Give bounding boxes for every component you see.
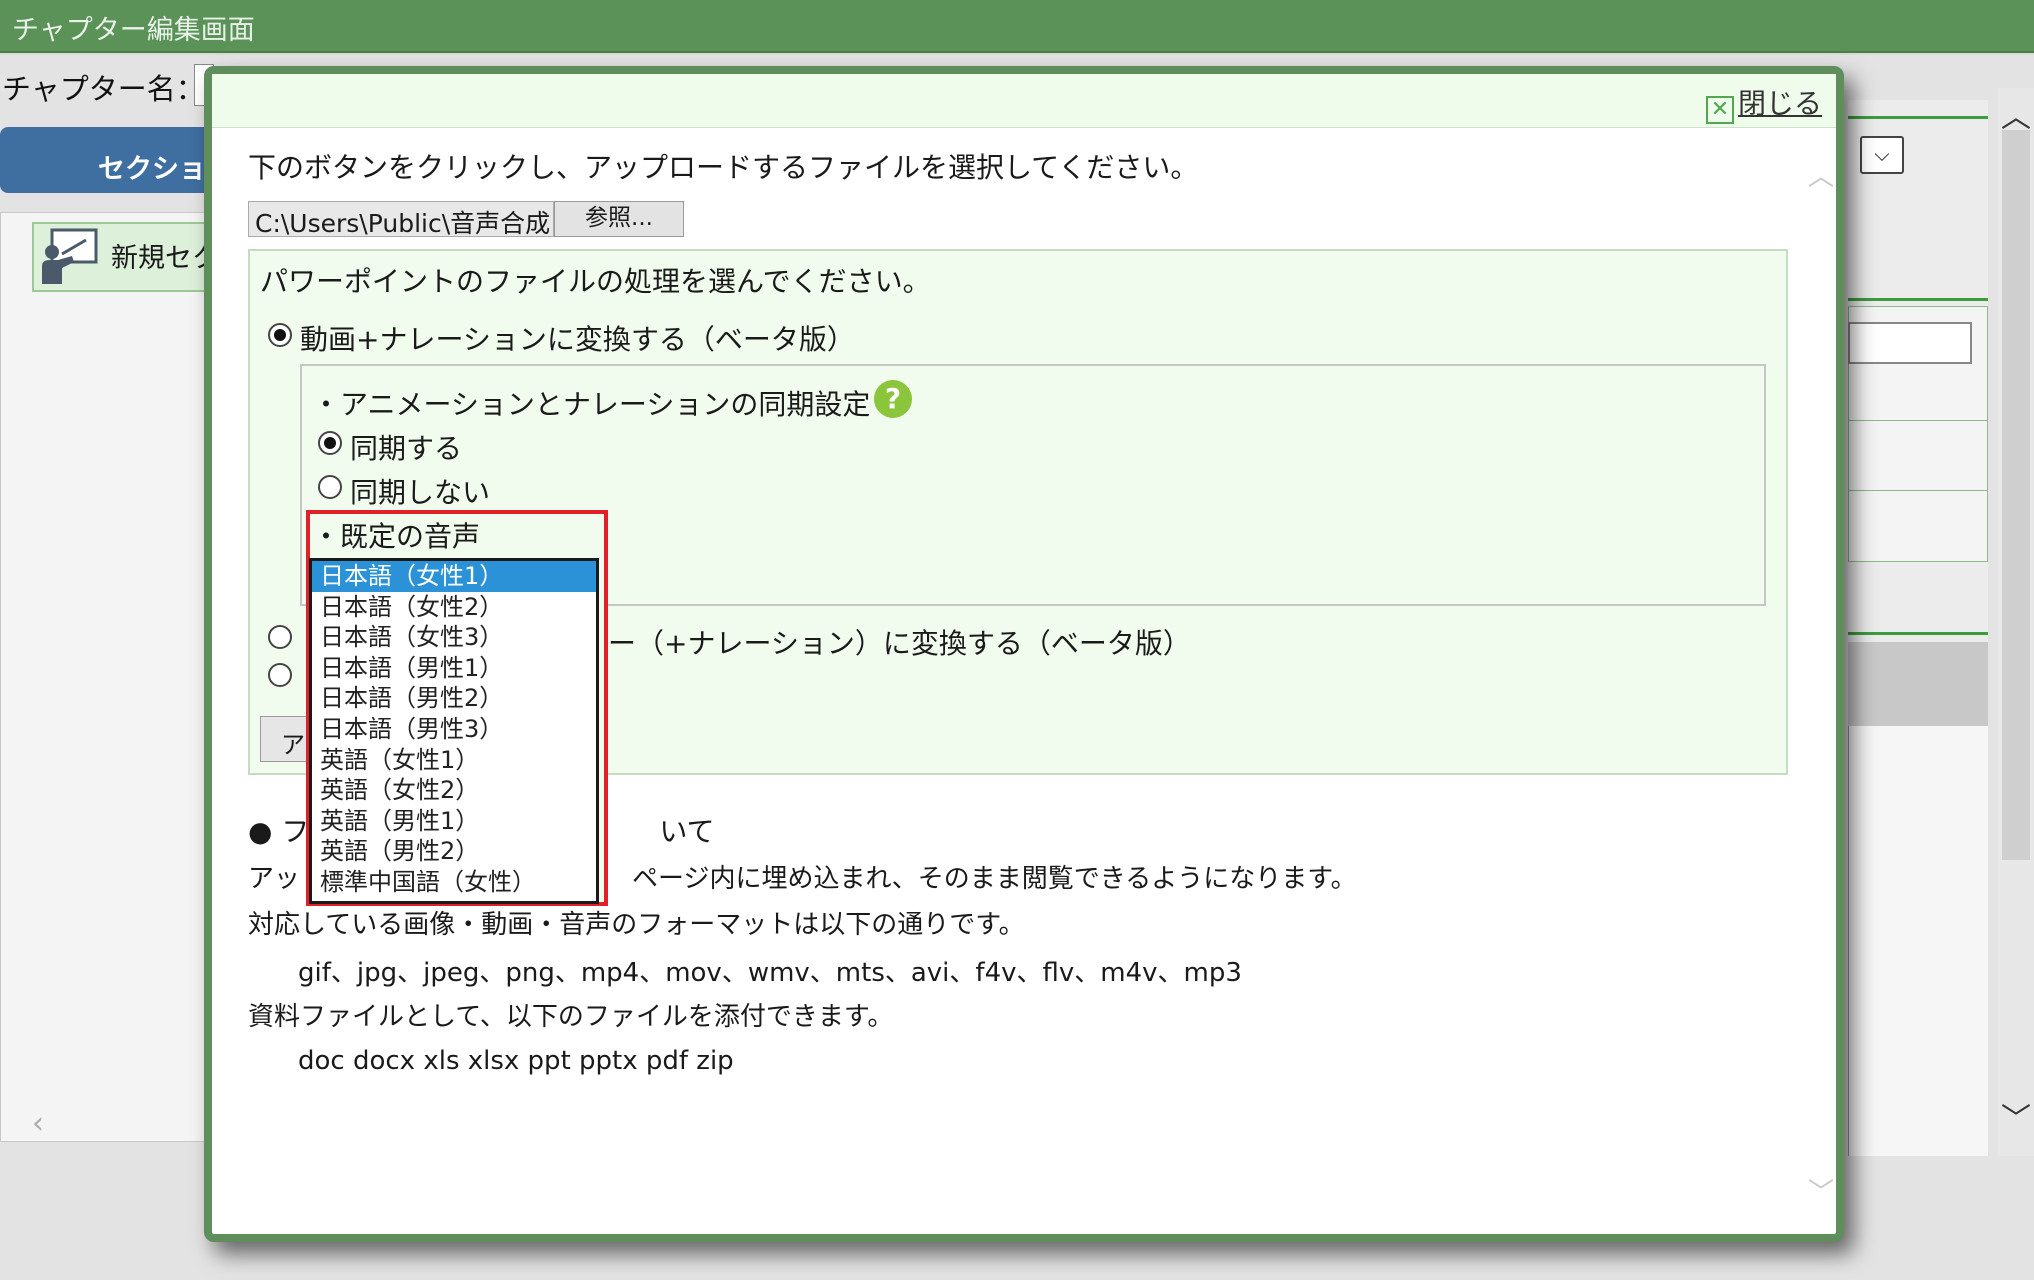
page-title: チャプター編集画面 (12, 15, 255, 46)
right-header-bar (1848, 642, 1988, 726)
supported-formats-description: 対応している画像・動画・音声のフォーマットは以下の通りです。 (248, 910, 1025, 940)
radio-option-2[interactable] (268, 625, 292, 649)
voice-option[interactable]: 日本語（女性3） (312, 622, 596, 653)
scroll-left-icon[interactable]: ‹ (32, 1106, 44, 1141)
desc-1-head: アッ (248, 864, 301, 894)
supported-formats-list: gif、jpg、jpeg、png、mp4、mov、wmv、mts、avi、f4v… (298, 958, 1242, 988)
option-2-label: ー（+ナレーション）に変換する（ベータ版） (608, 627, 1191, 660)
voice-select-list[interactable]: 日本語（女性1） 日本語（女性2） 日本語（女性3） 日本語（男性1） 日本語（… (309, 558, 599, 904)
browse-button[interactable]: 参照... (554, 201, 684, 237)
desc-1-tail: ページ内に埋め込まれ、そのまま閲覧できるようになります。 (632, 864, 1357, 894)
chevron-up-icon[interactable]: ︿ (1808, 156, 1834, 193)
attachment-formats-list: doc docx xls xlsx ppt pptx pdf zip (298, 1046, 734, 1076)
divider (1848, 298, 1988, 301)
about-heading-head: ● フ (248, 815, 310, 848)
chevron-down-icon[interactable]: ﹀ (1998, 1094, 2034, 1138)
upload-instruction: 下のボタンをクリックし、アップロードするファイルを選択してください。 (248, 151, 1199, 184)
radio-option-3[interactable] (268, 663, 292, 687)
new-section-label: 新規セク (111, 243, 219, 274)
radio-sync-off[interactable] (318, 475, 342, 499)
about-heading-tail: いて (659, 815, 715, 848)
voice-option[interactable]: 英語（女性1） (312, 745, 596, 776)
default-voice-label: ・既定の音声 (312, 520, 481, 553)
help-question-icon[interactable]: ? (874, 380, 912, 418)
sync-setting-heading: ・アニメーションとナレーションの同期設定 (312, 388, 871, 421)
section-list-panel (0, 212, 215, 1142)
chevron-up-icon[interactable]: ︿ (1998, 92, 2034, 136)
chapter-name-label: チャプター名： (2, 72, 205, 106)
close-button[interactable]: ✕ 閉じる (1706, 82, 1822, 124)
section-button[interactable]: セクション (0, 127, 215, 193)
voice-option[interactable]: 日本語（女性2） (312, 592, 596, 623)
voice-option[interactable]: 日本語（男性3） (312, 714, 596, 745)
dialog-header (212, 74, 1836, 128)
option-video-label: 動画+ナレーションに変換する（ベータ版） (300, 323, 855, 356)
right-content-area (1848, 726, 1988, 1156)
close-x-icon[interactable]: ✕ (1706, 96, 1734, 124)
close-label[interactable]: 閉じる (1738, 87, 1822, 120)
chevron-down-icon[interactable]: ⌵ (1860, 136, 1904, 174)
radio-video-narration[interactable] (268, 323, 292, 347)
sync-on-label: 同期する (350, 432, 463, 465)
presenter-icon (42, 228, 98, 284)
voice-option[interactable]: 日本語（男性2） (312, 683, 596, 714)
voice-option[interactable]: 日本語（男性1） (312, 653, 596, 684)
divider (1848, 632, 1988, 635)
divider (1848, 116, 1988, 119)
divider (1848, 420, 1988, 421)
chevron-down-icon[interactable]: ﹀ (1808, 1172, 1834, 1209)
right-text-input[interactable] (1848, 322, 1972, 364)
page-scrollbar-thumb[interactable] (2002, 130, 2030, 860)
options-heading: パワーポイントのファイルの処理を選んでください。 (260, 265, 931, 298)
file-path-field[interactable]: C:\Users\Public\音声合成 (248, 201, 554, 237)
voice-option[interactable]: 英語（男性2） (312, 836, 596, 867)
radio-sync-on[interactable] (318, 431, 342, 455)
title-bar (0, 0, 2034, 53)
voice-option[interactable]: 英語（女性2） (312, 775, 596, 806)
voice-option[interactable]: 日本語（女性1） (312, 561, 596, 592)
voice-option[interactable]: 標準中国語（女性） (312, 867, 596, 898)
attachment-description: 資料ファイルとして、以下のファイルを添付できます。 (248, 1002, 894, 1032)
voice-option[interactable]: 英語（男性1） (312, 806, 596, 837)
divider (1848, 490, 1988, 491)
sync-off-label: 同期しない (350, 476, 491, 509)
